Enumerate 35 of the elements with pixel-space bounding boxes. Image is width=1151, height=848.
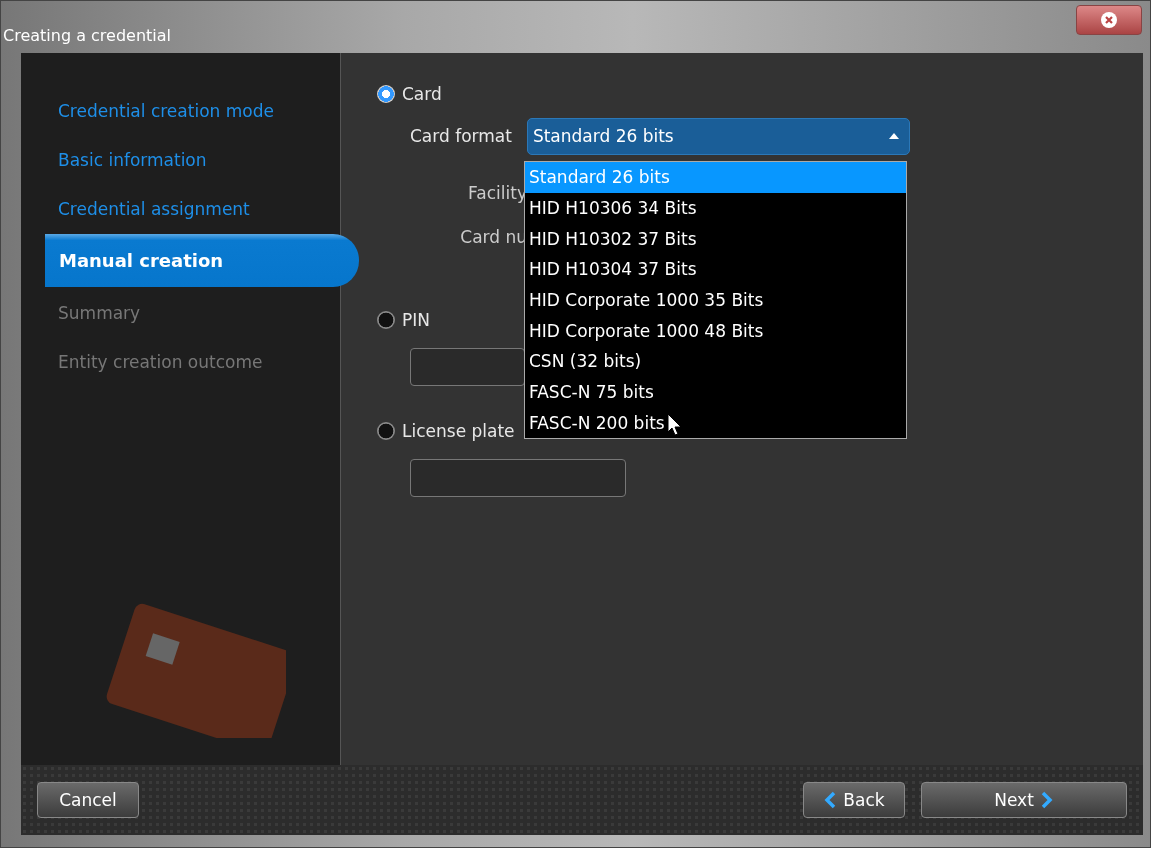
wizard-step[interactable]: Credential creation mode [21, 86, 340, 135]
card-format-dropdown[interactable]: Standard 26 bits [526, 117, 910, 155]
format-option[interactable]: HID H10306 34 Bits [525, 192, 906, 224]
format-option[interactable]: FASC-N 75 bits [525, 376, 906, 408]
close-button[interactable] [1076, 5, 1142, 35]
caret-icon [888, 133, 899, 139]
license-plate-label: License plate [402, 421, 515, 441]
wizard-step[interactable]: Manual creation [45, 234, 359, 287]
cancel-button[interactable]: Cancel [37, 782, 139, 818]
format-option[interactable]: FASC-N 200 bits [525, 407, 906, 439]
wizard-step[interactable]: Credential assignment [21, 184, 340, 233]
next-button[interactable]: Next [921, 782, 1127, 818]
license-plate-field[interactable] [410, 459, 626, 497]
format-option[interactable]: HID Corporate 1000 35 Bits [525, 284, 906, 316]
license-plate-radio[interactable] [377, 422, 395, 440]
card-format-label: Card format [410, 126, 512, 146]
format-option[interactable]: HID H10302 37 Bits [525, 223, 906, 255]
card-label: Card [402, 84, 442, 104]
close-icon [1100, 11, 1118, 29]
wizard-step[interactable]: Entity creation outcome [21, 337, 340, 386]
wizard-step[interactable]: Summary [21, 288, 340, 337]
chevron-left-icon [823, 791, 838, 809]
window-title: Creating a credential [3, 26, 171, 47]
pointer-icon [667, 413, 683, 437]
field-label: Facility [467, 182, 527, 205]
format-option[interactable]: HID H10304 37 Bits [525, 254, 906, 285]
format-option[interactable]: HID Corporate 1000 48 Bits [525, 315, 906, 347]
format-option[interactable]: CSN (32 bits) [525, 346, 906, 377]
chevron-right-icon [1039, 791, 1054, 809]
card-radio[interactable] [377, 85, 395, 103]
pin-radio[interactable] [377, 311, 395, 329]
pin-label: PIN [402, 310, 430, 330]
pin-field[interactable] [410, 348, 525, 386]
back-button[interactable]: Back [803, 782, 905, 818]
wizard-step[interactable]: Basic information [21, 135, 340, 184]
